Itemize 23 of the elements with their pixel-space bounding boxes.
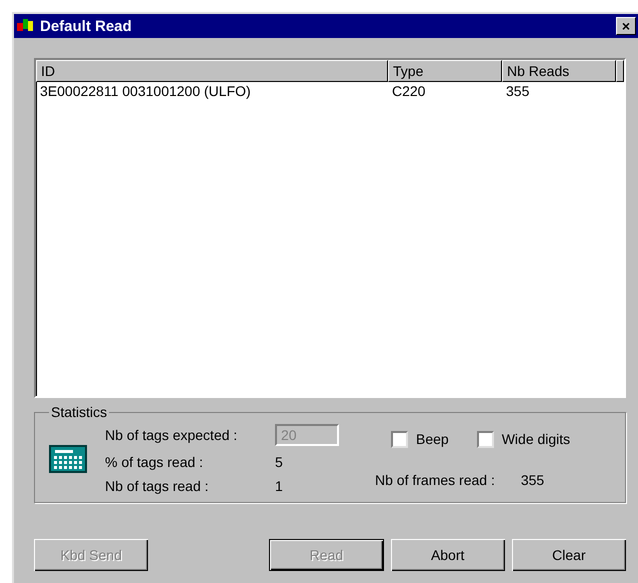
field-label: Nb of tags expected : (105, 427, 238, 443)
field-value: 1 (275, 478, 284, 494)
checkbox-label[interactable]: Wide digits (502, 431, 570, 447)
close-button[interactable]: × (616, 17, 636, 35)
table-cell-text: 3E00022811 0031001200 (ULFO) (39, 82, 252, 100)
dialog-button[interactable]: Clear (512, 539, 626, 571)
field-label: % of tags read : (105, 454, 204, 470)
column-header[interactable]: Type (388, 60, 502, 82)
column-header[interactable]: Nb Reads (502, 60, 616, 82)
checkbox-label[interactable]: Beep (416, 431, 449, 447)
group-title: Statistics (50, 404, 108, 420)
table-cell-text: 355 (505, 82, 530, 100)
dialog-button[interactable]: Abort (390, 539, 505, 571)
keyboard-icon (49, 445, 87, 473)
window-title: Default Read (40, 18, 133, 34)
field-value: 5 (275, 454, 284, 470)
field-label: Nb of frames read : (375, 472, 495, 488)
table-cell-text: C220 (391, 82, 426, 100)
column-header[interactable]: ID (36, 60, 388, 82)
field-label: Nb of tags read : (105, 478, 210, 494)
checkbox[interactable] (476, 430, 494, 448)
checkbox[interactable] (391, 430, 408, 448)
field-value: 355 (520, 472, 544, 488)
